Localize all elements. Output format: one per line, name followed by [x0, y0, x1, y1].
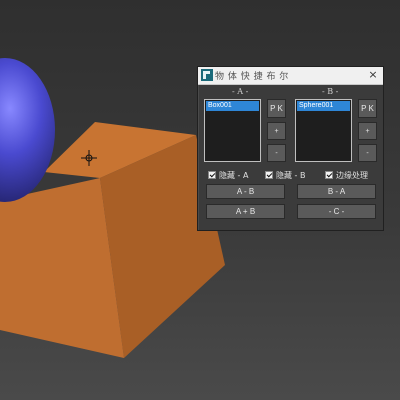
column-b-label: - B -: [322, 87, 339, 96]
hide-a-label: 隐藏 - A: [219, 170, 249, 180]
boolean-tool-dialog: 物 体 快 捷 布 尔 × - A - - B - Box001 P K + -…: [197, 66, 384, 231]
pick-b-button[interactable]: P K: [358, 99, 377, 118]
hide-a-checkmark-icon[interactable]: [208, 171, 216, 179]
b-minus-a-button[interactable]: B - A: [297, 184, 376, 199]
add-b-button[interactable]: +: [358, 122, 377, 140]
a-minus-b-button[interactable]: A - B: [206, 184, 285, 199]
sphere-object: [0, 58, 55, 202]
list-b-item[interactable]: Sphere001: [297, 101, 350, 111]
hide-b-checkbox[interactable]: 隐藏 - B: [265, 170, 305, 180]
list-a[interactable]: Box001: [204, 99, 261, 162]
list-a-item[interactable]: Box001: [206, 101, 259, 111]
pick-a-button[interactable]: P K: [267, 99, 286, 118]
dialog-title: 物 体 快 捷 布 尔: [215, 72, 289, 82]
dialog-titlebar[interactable]: 物 体 快 捷 布 尔 ×: [198, 67, 383, 85]
hide-b-label: 隐藏 - B: [276, 170, 306, 180]
column-a-label: - A -: [232, 87, 249, 96]
hide-b-checkmark-icon[interactable]: [265, 171, 273, 179]
edge-process-checkmark-icon[interactable]: [325, 171, 333, 179]
a-plus-b-button[interactable]: A + B: [206, 204, 285, 219]
edge-process-label: 边缘处理: [336, 170, 368, 180]
add-a-button[interactable]: +: [267, 122, 286, 140]
list-b[interactable]: Sphere001: [295, 99, 352, 162]
3dsmax-logo-icon: [201, 69, 213, 81]
remove-a-button[interactable]: -: [267, 144, 286, 162]
close-icon[interactable]: ×: [366, 68, 380, 82]
c-button[interactable]: - C -: [297, 204, 376, 219]
hide-a-checkbox[interactable]: 隐藏 - A: [208, 170, 248, 180]
remove-b-button[interactable]: -: [358, 144, 377, 162]
crosshair-cursor-icon: [81, 150, 97, 166]
edge-process-checkbox[interactable]: 边缘处理: [325, 170, 368, 180]
